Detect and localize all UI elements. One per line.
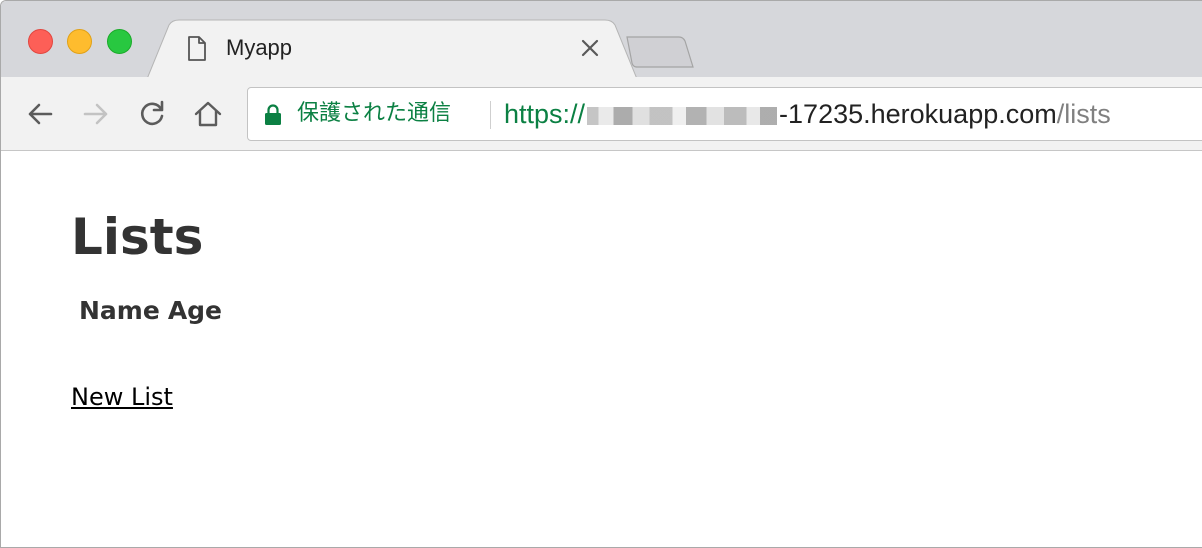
- url-text[interactable]: https:// -17235.herokuapp.com/lists: [504, 99, 1111, 129]
- browser-window: Myapp 保護された通信 https:// -17235.herokuapp.…: [0, 0, 1202, 548]
- column-header-age: Age: [167, 296, 223, 325]
- browser-toolbar: 保護された通信 https:// -17235.herokuapp.com/lis…: [1, 77, 1202, 151]
- table-header-row: Name Age: [75, 295, 226, 327]
- document-icon: [188, 36, 206, 61]
- lock-icon[interactable]: [264, 104, 282, 126]
- tab-strip: Myapp: [1, 1, 1202, 79]
- window-maximize-button[interactable]: [107, 29, 132, 54]
- tab-close-icon[interactable]: [579, 37, 601, 59]
- arrow-right-icon: [83, 103, 108, 125]
- address-bar[interactable]: 保護された通信 https:// -17235.herokuapp.com/lis…: [247, 87, 1202, 141]
- security-indicator-label[interactable]: 保護された通信: [297, 99, 451, 129]
- url-host: -17235.herokuapp.com: [779, 99, 1057, 129]
- reload-icon[interactable]: [137, 99, 167, 129]
- window-close-button[interactable]: [28, 29, 53, 54]
- page-title: Lists: [71, 208, 204, 266]
- column-header-name: Name: [79, 296, 160, 325]
- active-tab[interactable]: Myapp: [177, 19, 617, 77]
- window-minimize-button[interactable]: [67, 29, 92, 54]
- url-path: /lists: [1056, 99, 1111, 129]
- tab-title: Myapp: [226, 35, 293, 60]
- lists-table: Name Age: [75, 295, 226, 327]
- new-list-link[interactable]: New List: [71, 381, 173, 413]
- url-scheme: https://: [504, 99, 586, 129]
- omnibox-divider: [490, 101, 491, 129]
- home-icon[interactable]: [193, 99, 223, 129]
- new-tab-button[interactable]: [625, 35, 695, 69]
- arrow-left-icon[interactable]: [25, 99, 55, 129]
- page-content: Lists Name Age New List: [1, 152, 1202, 547]
- url-redacted-segment: [587, 106, 778, 125]
